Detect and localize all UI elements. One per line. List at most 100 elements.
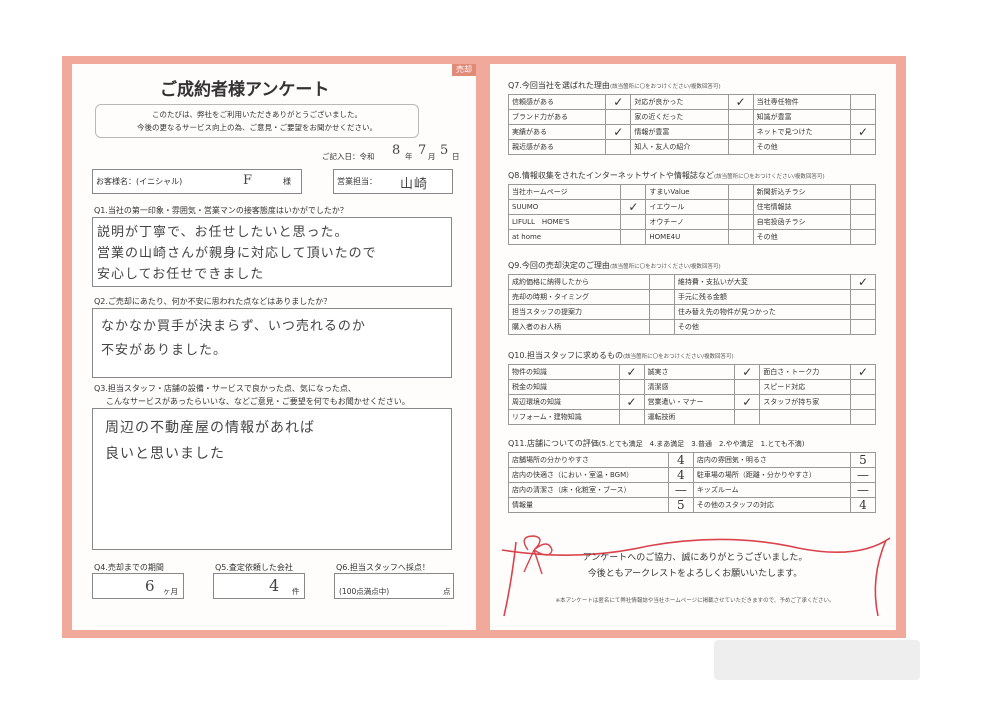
q11-check-cell[interactable]: 5 bbox=[667, 497, 694, 513]
q2-answer-line: なかなか買手が決まらず、いつ売れるのか bbox=[101, 319, 366, 334]
q7-option-label: 情報が豊富 bbox=[630, 124, 729, 140]
q8-option-label: LIFULL HOME'S bbox=[507, 214, 622, 230]
q10-option-label: 清潔感 bbox=[643, 379, 736, 395]
q11-table: 店舗場所の分かりやすさ 4 店内の雰囲気・明るさ 5 店内の快適さ（におい・室温・BGM… bbox=[508, 452, 876, 513]
q9-check-cell[interactable] bbox=[850, 319, 876, 335]
q7-check-cell[interactable] bbox=[605, 109, 632, 125]
q7-check-cell[interactable]: ✓ bbox=[850, 124, 876, 140]
q9-check-cell[interactable] bbox=[648, 304, 675, 320]
q7-check-cell[interactable] bbox=[727, 139, 754, 155]
q11-option-label: 駐車場の場所（距離・分かりやすさ） bbox=[692, 467, 852, 483]
date-year: 8 bbox=[392, 143, 402, 158]
q10-check-cell[interactable] bbox=[850, 409, 876, 425]
q9-option-label: その他 bbox=[673, 319, 852, 335]
thank-you-line: 今後ともアークレストをよろしくお願いいたします。 bbox=[587, 569, 803, 579]
q8-option-label: 当社ホームページ bbox=[507, 184, 622, 200]
q8-check-cell[interactable] bbox=[850, 199, 876, 215]
q8-title-text: Q8.情報収集をされたインターネットサイトや情報誌など bbox=[508, 171, 714, 180]
q9-check-cell[interactable] bbox=[648, 319, 675, 335]
q8-option-label: 自宅投函チラシ bbox=[752, 214, 852, 230]
q8-check-cell[interactable]: ✓ bbox=[620, 199, 647, 215]
q4-answer-box[interactable]: 6 ヶ月 bbox=[92, 573, 184, 599]
q7-check-cell[interactable] bbox=[727, 124, 754, 140]
q10-check-cell[interactable] bbox=[618, 379, 645, 395]
q11-option-label: その他のスタッフの対応 bbox=[692, 497, 852, 513]
q11-row: 店内の快適さ（におい・室温・BGM） 4 駐車場の場所（距離・分かりやすさ） — bbox=[508, 467, 876, 483]
q10-check-cell[interactable]: ✓ bbox=[618, 394, 645, 410]
q8-check-cell[interactable] bbox=[727, 229, 754, 245]
customer-name-field[interactable]: お客様名：(イニシャル) F 様 bbox=[92, 169, 302, 194]
q8-check-cell[interactable] bbox=[620, 229, 647, 245]
q8-row: 当社ホームページ すまいValue 新聞折込チラシ bbox=[507, 184, 876, 200]
staff-field[interactable]: 営業担当： 山崎 bbox=[333, 169, 453, 194]
q9-check-cell[interactable] bbox=[648, 274, 675, 290]
q8-check-cell[interactable] bbox=[727, 214, 754, 230]
q5-question: Q5.査定依頼した会社 bbox=[215, 563, 293, 572]
q10-check-cell[interactable]: ✓ bbox=[850, 364, 876, 380]
q10-check-cell[interactable]: ✓ bbox=[734, 394, 761, 410]
q7-check-cell[interactable] bbox=[850, 94, 876, 110]
q8-row: SUUMO ✓ イエウール 住宅情報誌 bbox=[507, 199, 876, 215]
q8-option-label: オウチーノ bbox=[645, 214, 729, 230]
q2-answer-line: 不安がありました。 bbox=[101, 343, 228, 358]
q11-check-cell[interactable]: 5 bbox=[850, 452, 876, 468]
q6-answer-box[interactable]: (100点満点中) 点 bbox=[334, 573, 454, 599]
q8-check-cell[interactable] bbox=[850, 214, 876, 230]
q8-option-label: 住宅情報誌 bbox=[752, 199, 852, 215]
q10-check-cell[interactable] bbox=[734, 409, 761, 425]
q5-answer-box[interactable]: 4 件 bbox=[213, 573, 305, 599]
q9-option-label: 購入者のお人柄 bbox=[508, 319, 650, 335]
q10-option-label: 面白さ・トーク力 bbox=[759, 364, 851, 380]
q10-check-cell[interactable]: ✓ bbox=[618, 364, 645, 380]
q8-title: Q8.情報収集をされたインターネットサイトや情報誌など(該当箇所に〇をおつけくだ… bbox=[508, 170, 825, 181]
q7-check-cell[interactable]: ✓ bbox=[727, 94, 754, 110]
q7-check-cell[interactable] bbox=[605, 139, 632, 155]
q8-check-cell[interactable] bbox=[850, 229, 876, 245]
q7-option-label: 当社専任物件 bbox=[752, 94, 852, 110]
q8-check-cell[interactable] bbox=[727, 199, 754, 215]
q3-answer-box[interactable]: 周辺の不動産屋の情報があれば 良いと思いました bbox=[92, 408, 452, 550]
q7-check-cell[interactable] bbox=[850, 139, 876, 155]
q2-answer-box[interactable]: なかなか買手が決まらず、いつ売れるのか 不安がありました。 bbox=[92, 308, 452, 378]
q8-option-label: イエウール bbox=[645, 199, 729, 215]
q9-check-cell[interactable] bbox=[850, 289, 876, 305]
q7-option-label: その他 bbox=[752, 139, 852, 155]
q10-title-text: Q10.担当スタッフに求めるもの bbox=[508, 351, 624, 360]
blurred-redaction bbox=[714, 640, 920, 680]
q1-answer-box[interactable]: 説明が丁寧で、お任せしたいと思った。 営業の山崎さんが親身に対応して頂いたので … bbox=[92, 217, 452, 287]
q11-check-cell[interactable]: 4 bbox=[667, 452, 694, 468]
q7-option-label: ネットで見つけた bbox=[752, 124, 852, 140]
q8-check-cell[interactable] bbox=[620, 184, 647, 200]
q8-table: 当社ホームページ すまいValue 新聞折込チラシ SUUMO ✓ イエウール 住宅情報誌 L… bbox=[507, 184, 876, 245]
q11-option-label: 情報量 bbox=[508, 497, 669, 513]
q11-check-cell[interactable]: 4 bbox=[667, 467, 694, 483]
q9-check-cell[interactable]: ✓ bbox=[850, 274, 876, 290]
q10-check-cell[interactable]: ✓ bbox=[734, 364, 761, 380]
q8-check-cell[interactable] bbox=[620, 214, 647, 230]
q7-check-cell[interactable] bbox=[727, 109, 754, 125]
q3-question: こんなサービスがあったらいいな、などご意見・ご要望を何でもお聞かせください。 bbox=[106, 397, 410, 406]
q11-option-label: 店内の快適さ（におい・室温・BGM） bbox=[508, 467, 669, 483]
q8-row: LIFULL HOME'S オウチーノ 自宅投函チラシ bbox=[507, 214, 876, 230]
q10-check-cell[interactable] bbox=[734, 379, 761, 395]
q8-check-cell[interactable] bbox=[727, 184, 754, 200]
q7-option-label: 知人・友人の紹介 bbox=[630, 139, 729, 155]
q7-option-label: 知識が豊富 bbox=[752, 109, 852, 125]
q10-check-cell[interactable] bbox=[618, 409, 645, 425]
q9-check-cell[interactable] bbox=[850, 304, 876, 320]
q11-check-cell[interactable]: — bbox=[850, 467, 876, 483]
q10-check-cell[interactable] bbox=[850, 394, 876, 410]
q7-check-cell[interactable]: ✓ bbox=[605, 94, 632, 110]
q7-option-label: 実績がある bbox=[507, 124, 607, 140]
q7-check-cell[interactable]: ✓ bbox=[605, 124, 632, 140]
q11-title-text: Q11.店舗についての評価 bbox=[508, 439, 599, 448]
q7-check-cell[interactable] bbox=[850, 109, 876, 125]
q9-check-cell[interactable] bbox=[648, 289, 675, 305]
q11-check-cell[interactable]: — bbox=[850, 482, 876, 498]
q10-check-cell[interactable] bbox=[850, 379, 876, 395]
q11-check-cell[interactable]: 4 bbox=[850, 497, 876, 513]
q11-check-cell[interactable]: — bbox=[667, 482, 694, 498]
q10-note: (該当箇所に〇をおつけください/複数回答可) bbox=[623, 354, 734, 360]
q7-title-text: Q7.今回当社を選ばれた理由 bbox=[508, 81, 610, 90]
q8-check-cell[interactable] bbox=[850, 184, 876, 200]
